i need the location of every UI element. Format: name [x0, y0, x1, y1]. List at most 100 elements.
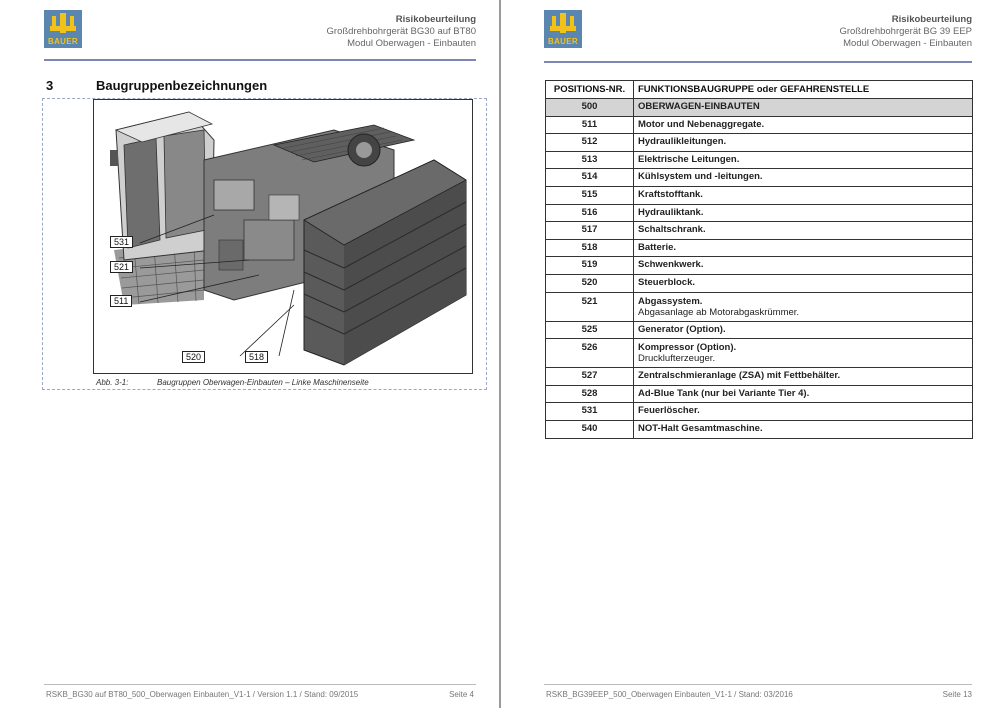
- header-line-1: Risikobeurteilung: [395, 14, 476, 25]
- header-line-3-right: Modul Oberwagen - Einbauten: [843, 38, 972, 49]
- callout-511: 511: [110, 295, 133, 307]
- function-group: Steuerblock.: [633, 273, 973, 293]
- function-label: Schaltschrank.: [638, 224, 706, 236]
- position-number: 513: [545, 150, 634, 170]
- table-row: 527 Zentralschmieranlage (ZSA) mit Fettbe…: [545, 367, 973, 386]
- function-group: Generator (Option).: [633, 320, 973, 340]
- table-row: 511 Motor und Nebenaggregate.: [545, 115, 973, 135]
- function-group: Hydrauliktank.: [633, 203, 973, 223]
- bauer-logo-icon: BAUER: [44, 10, 82, 48]
- function-group: Feuerlöscher.: [633, 402, 973, 421]
- page-divider: [499, 0, 501, 708]
- function-label: Motor und Nebenaggregate.: [638, 118, 765, 130]
- table-row: 540 NOT-Halt Gesamtmaschine.: [545, 419, 973, 439]
- machine-illustration: [93, 99, 473, 374]
- header-rule-right: [544, 61, 972, 63]
- function-sublabel: Abgasanlage ab Motorabgaskrümmer.: [638, 306, 800, 318]
- function-group: Kühlsystem und -leitungen.: [633, 168, 973, 187]
- function-label: Kraftstofftank.: [638, 188, 703, 200]
- footer-page-number: Seite 4: [449, 690, 474, 699]
- header-line-2-right: Großdrehbohrgerät BG 39 EEP: [839, 26, 972, 37]
- footer-rule-right: [544, 684, 972, 685]
- callout-521: 521: [110, 261, 134, 273]
- function-label: Elektrische Leitungen.: [638, 153, 740, 165]
- footer-rule: [44, 684, 476, 685]
- footer-document-id-right: RSKB_BG39EEP_500_Oberwagen Einbauten_V1-…: [546, 690, 793, 699]
- callout-520: 520: [182, 351, 206, 363]
- figure-caption: Baugruppen Oberwagen-Einbauten – Linke M…: [157, 378, 369, 387]
- table-row: 521 Abgassystem. Abgasanlage ab Motorabgas…: [545, 291, 973, 322]
- position-table: POSITIONS-NR. FUNKTIONSBAUGRUPPE oder GE…: [545, 80, 973, 439]
- function-sublabel: Drucklufterzeuger.: [638, 353, 716, 365]
- position-number: 512: [545, 133, 634, 152]
- position-number: 540: [545, 419, 634, 439]
- function-label: Kühlsystem und -leitungen.: [638, 171, 763, 183]
- position-number: 526: [545, 338, 634, 369]
- function-group: Abgassystem. Abgasanlage ab Motorabgaskrü…: [633, 291, 973, 322]
- table-row: 500 OBERWAGEN-EINBAUTEN: [545, 98, 973, 117]
- table-row: 517 Schaltschrank.: [545, 221, 973, 240]
- table-row: 519 Schwenkwerk.: [545, 256, 973, 275]
- header-line-3: Modul Oberwagen - Einbauten: [347, 38, 476, 49]
- logo-text: BAUER: [48, 37, 78, 46]
- function-label: Ad-Blue Tank (nur bei Variante Tier 4).: [638, 387, 810, 399]
- table-row: 520 Steuerblock.: [545, 273, 973, 293]
- page-header-right: Risikobeurteilung Großdrehbohrgerät BG 3…: [839, 14, 972, 50]
- position-number: 519: [545, 256, 634, 275]
- function-group: Motor und Nebenaggregate.: [633, 115, 973, 135]
- function-group: Schwenkwerk.: [633, 256, 973, 275]
- figure-caption-prefix: Abb. 3-1:: [96, 378, 129, 387]
- function-group: Elektrische Leitungen.: [633, 150, 973, 170]
- position-number: 527: [545, 367, 634, 386]
- column-header-function: FUNKTIONSBAUGRUPPE oder GEFAHRENSTELLE: [633, 80, 973, 99]
- function-group: Kompressor (Option). Drucklufterzeuger.: [633, 338, 973, 369]
- document-page-right: BAUER Risikobeurteilung Großdrehbohrgerä…: [502, 0, 1000, 708]
- position-number: 518: [545, 238, 634, 258]
- logo-text-right: BAUER: [548, 37, 578, 46]
- callout-531: 531: [110, 236, 134, 248]
- machine-drawing: [110, 111, 467, 366]
- callout-518: 518: [245, 351, 269, 363]
- function-label: Schwenkwerk.: [638, 259, 704, 271]
- table-row: 525 Generator (Option).: [545, 320, 973, 340]
- function-label: OBERWAGEN-EINBAUTEN: [638, 101, 760, 112]
- function-group: Schaltschrank.: [633, 221, 973, 240]
- function-label: Generator (Option).: [638, 323, 726, 335]
- function-group: Zentralschmieranlage (ZSA) mit Fettbehäl…: [633, 367, 973, 386]
- position-number: 525: [545, 320, 634, 340]
- table-row: 515 Kraftstofftank.: [545, 185, 973, 205]
- header-line-2: Großdrehbohrgerät BG30 auf BT80: [326, 26, 476, 37]
- position-number: 500: [545, 98, 634, 117]
- position-number: 515: [545, 185, 634, 205]
- function-label: Hydrauliktank.: [638, 206, 704, 218]
- table-row: 531 Feuerlöscher.: [545, 402, 973, 421]
- function-label: Zentralschmieranlage (ZSA) mit Fettbehäl…: [638, 370, 841, 382]
- document-page-left: BAUER Risikobeurteilung Großdrehbohrgerä…: [0, 0, 500, 708]
- position-number: 520: [545, 273, 634, 293]
- function-group: Kraftstofftank.: [633, 185, 973, 205]
- function-label: Batterie.: [638, 241, 677, 253]
- section-number: 3: [46, 78, 54, 93]
- header-line-1-right: Risikobeurteilung: [891, 14, 972, 25]
- function-group: Batterie.: [633, 238, 973, 258]
- column-header-position: POSITIONS-NR.: [545, 80, 634, 99]
- bauer-logo-icon-right: BAUER: [544, 10, 582, 48]
- position-number: 528: [545, 384, 634, 404]
- function-label: NOT-Halt Gesamtmaschine.: [638, 422, 763, 434]
- page-header: Risikobeurteilung Großdrehbohrgerät BG30…: [327, 14, 476, 50]
- function-group: Hydraulikleitungen.: [633, 133, 973, 152]
- function-group: Ad-Blue Tank (nur bei Variante Tier 4).: [633, 384, 973, 404]
- function-group: OBERWAGEN-EINBAUTEN: [633, 98, 973, 117]
- header-rule: [44, 59, 476, 61]
- table-row: 528 Ad-Blue Tank (nur bei Variante Tier 4…: [545, 384, 973, 404]
- function-label: Hydraulikleitungen.: [638, 136, 727, 148]
- function-label: Steuerblock.: [638, 276, 696, 288]
- position-number: 517: [545, 221, 634, 240]
- position-number: 531: [545, 402, 634, 421]
- function-label: Kompressor (Option).: [638, 342, 737, 354]
- table-row: 526 Kompressor (Option). Drucklufterzeuger…: [545, 338, 973, 369]
- function-group: NOT-Halt Gesamtmaschine.: [633, 419, 973, 439]
- position-number: 521: [545, 291, 634, 322]
- table-row: 514 Kühlsystem und -leitungen.: [545, 168, 973, 187]
- position-number: 516: [545, 203, 634, 223]
